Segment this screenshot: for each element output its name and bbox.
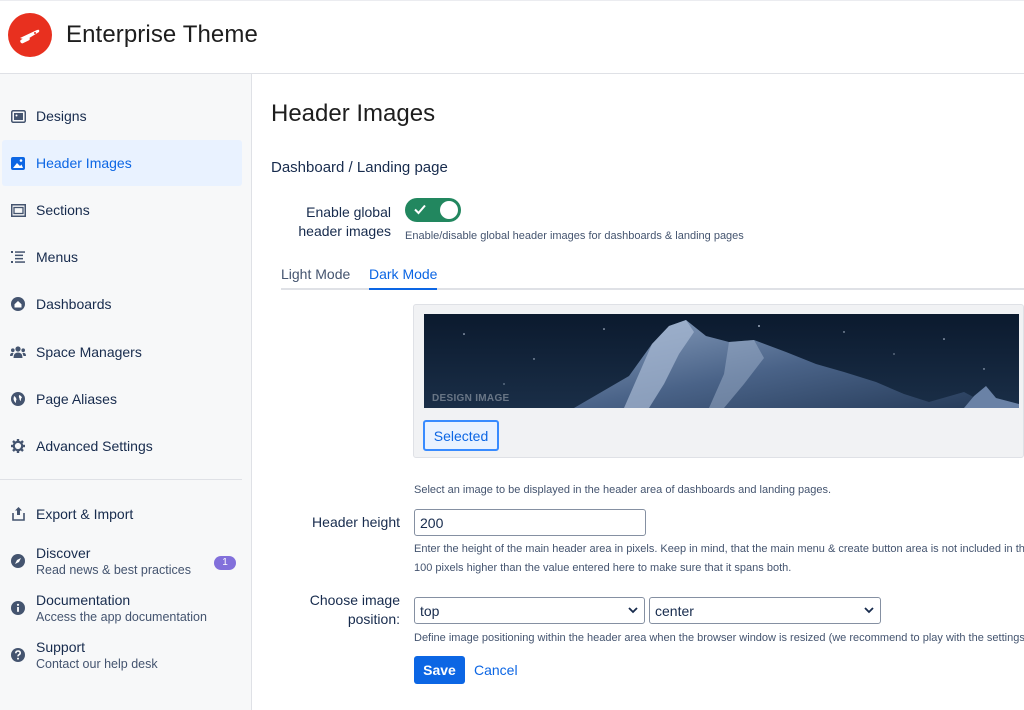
sidebar-item-header-images[interactable]: Header Images [2,140,242,186]
gear-icon [10,438,26,454]
cancel-link[interactable]: Cancel [474,662,518,678]
sidebar-item-support[interactable]: Support Contact our help desk [2,632,242,678]
enable-header-images-label: Enable global header images [293,203,391,241]
globe-icon [10,391,26,407]
notification-badge: 1 [214,556,236,570]
check-icon [414,204,426,215]
sidebar-item-label: Menus [36,249,79,265]
app-logo [8,13,52,57]
image-icon [10,155,26,171]
sidebar-item-label: Support [36,639,86,655]
header-height-help-line1: Enter the height of the main header area… [414,543,1024,555]
sidebar-item-label: Advanced Settings [36,438,153,454]
sidebar-item-subtitle: Access the app documentation [36,610,207,624]
compass-icon [10,553,26,569]
knife-logo-icon [20,29,40,44]
sidebar-item-label: Header Images [36,155,132,171]
upload-icon [10,506,26,522]
enable-header-images-toggle[interactable] [405,198,461,222]
image-help-text: Select an image to be displayed in the h… [414,484,832,496]
sidebar-item-designs[interactable]: Designs [2,93,242,139]
sidebar-item-label: Space Managers [36,344,142,360]
main-content: Header Images Dashboard / Landing page E… [253,74,1024,710]
header-height-help-line2: 100 pixels higher than the value entered… [414,562,792,574]
header-height-label: Header height [312,514,400,530]
label-line: Choose image [309,592,400,608]
sidebar-item-label: Documentation [36,592,131,608]
sidebar-item-space-managers[interactable]: Space Managers [2,329,242,375]
sidebar-item-label: Designs [36,108,87,124]
sidebar-item-advanced-settings[interactable]: Advanced Settings [2,423,242,469]
question-icon [10,647,26,663]
horizontal-position-select[interactable]: center [649,597,881,624]
section-title: Dashboard / Landing page [271,159,448,176]
sidebar-item-page-aliases[interactable]: Page Aliases [2,376,242,422]
save-button[interactable]: Save [414,656,465,684]
image-position-label: Choose image position: [273,591,400,629]
sidebar-item-label: Dashboards [36,296,112,312]
vertical-position-select[interactable]: top [414,597,645,624]
sidebar-item-sections[interactable]: Sections [2,187,242,233]
page-title: Header Images [271,100,436,127]
label-line: Enable global [306,204,391,220]
sidebar-item-dashboards[interactable]: Dashboards [2,281,242,327]
sidebar-item-label: Discover [36,545,91,561]
top-bar: Enterprise Theme [0,0,1024,74]
tab-light-mode[interactable]: Light Mode [281,266,350,288]
sidebar-item-subtitle: Read news & best practices [36,563,191,577]
sidebar-item-documentation[interactable]: Documentation Access the app documentati… [2,585,242,631]
sidebar-item-discover[interactable]: Discover Read news & best practices 1 [2,538,242,584]
tab-dark-mode[interactable]: Dark Mode [369,266,438,290]
selected-button[interactable]: Selected [423,420,499,451]
chevron-down-icon [628,607,638,614]
mountain-image [424,314,1019,408]
design-image-caption: DESIGN IMAGE [432,393,510,404]
position-help-text: Define image positioning within the head… [414,632,1024,644]
toggle-knob [440,201,458,219]
sidebar-item-subtitle: Contact our help desk [36,657,158,671]
select-value: center [655,602,694,619]
menu-list-icon [10,249,26,265]
label-line: position: [347,611,400,627]
sidebar-item-menus[interactable]: Menus [2,234,242,280]
sidebar-item-label: Page Aliases [36,391,117,407]
sidebar-item-export-import[interactable]: Export & Import [2,491,242,537]
image-selection-panel: DESIGN IMAGE Selected [413,304,1024,458]
app-title: Enterprise Theme [66,21,258,48]
header-height-input[interactable] [414,509,646,536]
select-value: top [420,602,440,619]
sidebar-divider [0,479,242,480]
chevron-down-icon [864,607,874,614]
design-image-thumbnail[interactable]: DESIGN IMAGE [424,314,1019,408]
people-icon [10,344,26,360]
image-frame-icon [10,108,26,124]
mode-tabs: Light Mode Dark Mode [281,262,1024,290]
sidebar: Designs Header Images Sections Menus Das… [0,74,252,710]
sidebar-item-label: Export & Import [36,506,134,522]
sections-icon [10,202,26,218]
enable-help-text: Enable/disable global header images for … [405,230,744,242]
sidebar-item-label: Sections [36,202,90,218]
home-icon [10,296,26,312]
label-line: header images [298,223,391,239]
info-icon [10,600,26,616]
